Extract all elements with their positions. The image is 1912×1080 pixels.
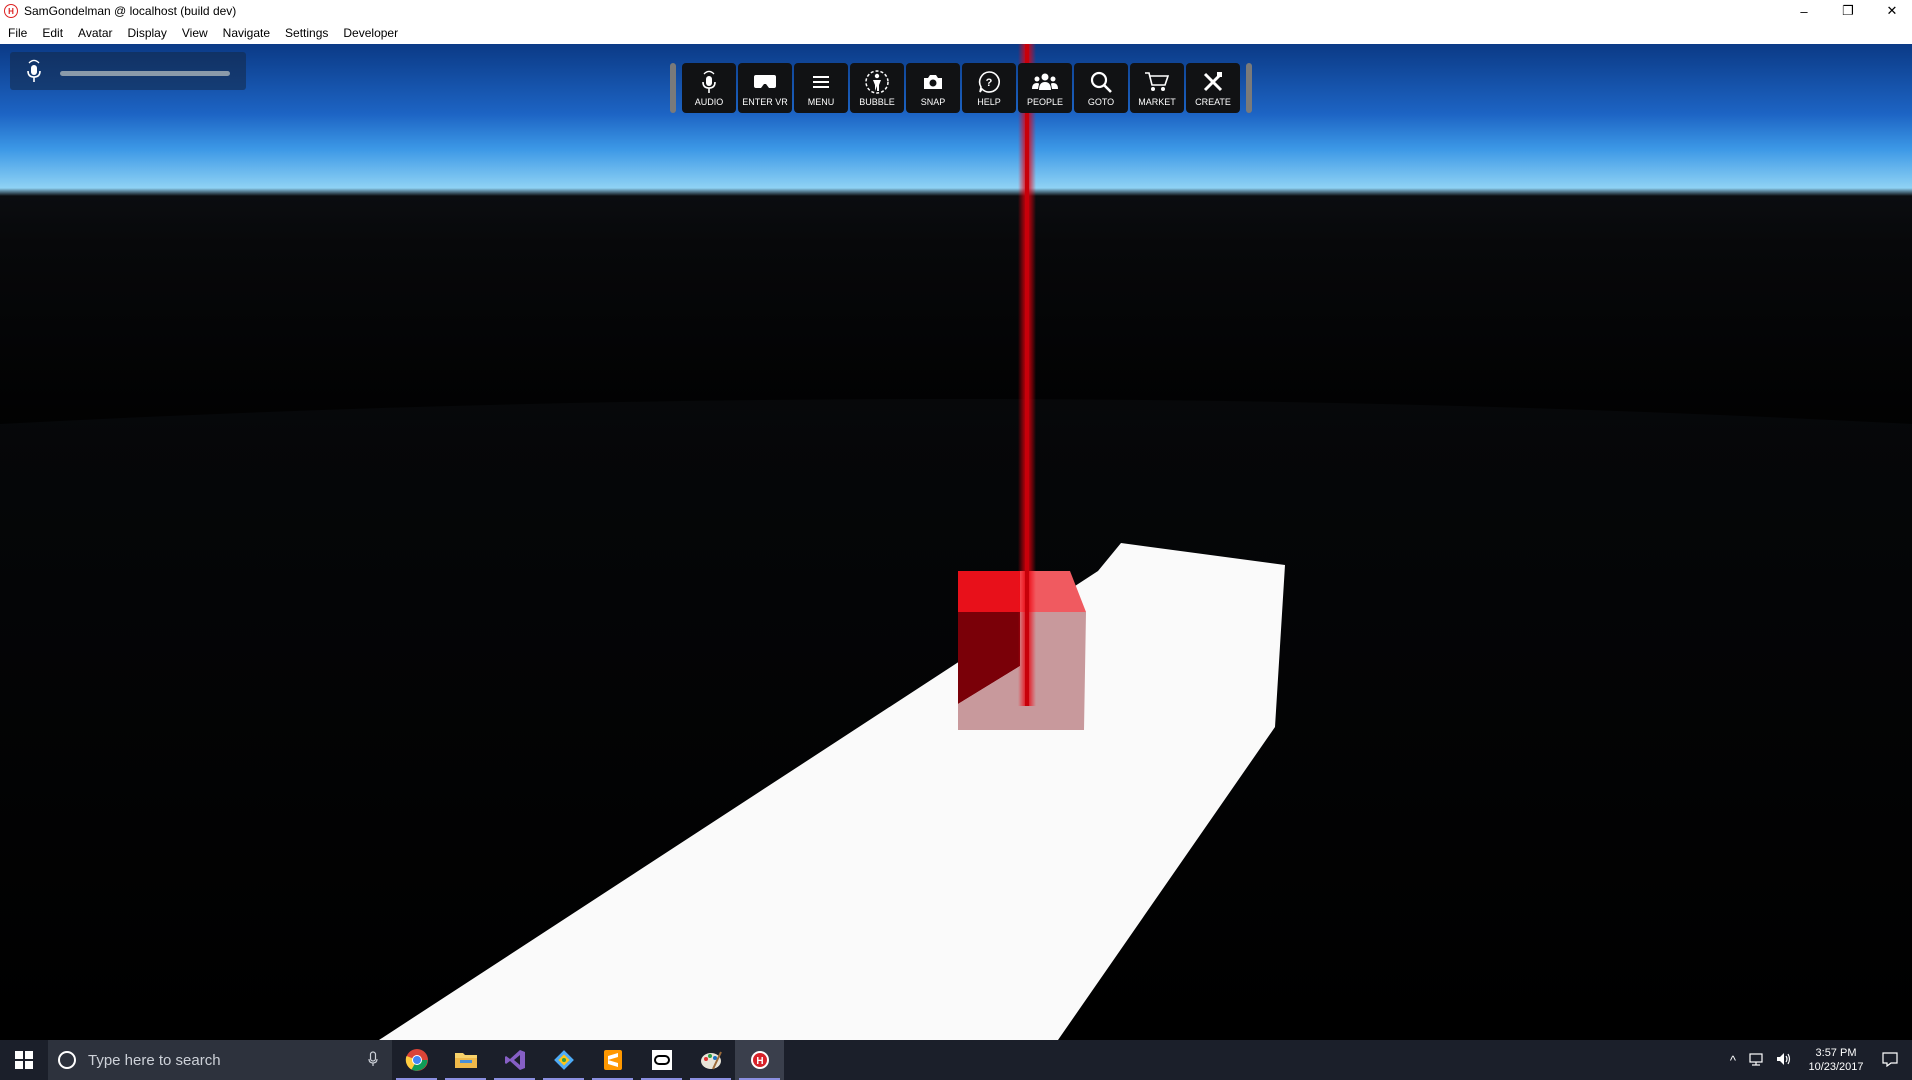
clock-time: 3:57 PM (1815, 1047, 1857, 1059)
menu-developer[interactable]: Developer (343, 26, 398, 40)
bubble-label: BUBBLE (859, 97, 895, 107)
menu-file[interactable]: File (8, 26, 27, 40)
window-title: SamGondelman @ localhost (build dev) (24, 4, 237, 18)
audio-label: AUDIO (694, 97, 724, 107)
menu-display[interactable]: Display (128, 26, 167, 40)
market-label: MARKET (1138, 97, 1176, 107)
cortana-icon (58, 1051, 76, 1069)
git-icon[interactable] (539, 1040, 588, 1080)
create-button[interactable]: CREATE (1186, 63, 1240, 113)
restore-button[interactable]: ❐ (1826, 0, 1870, 22)
minimize-button[interactable]: – (1782, 0, 1826, 22)
visual-studio-icon[interactable] (490, 1040, 539, 1080)
search-mic-icon[interactable] (368, 1050, 378, 1070)
oculus-icon[interactable] (637, 1040, 686, 1080)
menu-navigate[interactable]: Navigate (223, 26, 270, 40)
cube-top-front[interactable] (958, 571, 1020, 612)
title-bar: H SamGondelman @ localhost (build dev) –… (0, 0, 1912, 22)
microphone-icon (24, 58, 44, 90)
tools-icon (1202, 69, 1224, 95)
3d-viewport[interactable]: AUDIO ENTER VR MENU BUBBLE SNAP ? HELP P… (0, 44, 1912, 1040)
chevron-up-icon[interactable]: ^ (1730, 1053, 1736, 1068)
bubble-person-icon (864, 69, 890, 95)
microphone-icon (699, 69, 719, 95)
help-label: HELP (977, 97, 1001, 107)
menu-button[interactable]: MENU (794, 63, 848, 113)
menu-settings[interactable]: Settings (285, 26, 328, 40)
menu-edit[interactable]: Edit (42, 26, 63, 40)
hamburger-menu-icon (812, 69, 830, 95)
clock-date: 10/23/2017 (1808, 1061, 1864, 1073)
enter-vr-label: ENTER VR (742, 97, 788, 107)
market-button[interactable]: MARKET (1130, 63, 1184, 113)
close-button[interactable]: ✕ (1870, 0, 1912, 22)
app-logo-icon: H (4, 4, 18, 18)
cart-icon (1144, 69, 1170, 95)
vr-headset-icon (752, 69, 778, 95)
menu-view[interactable]: View (182, 26, 208, 40)
menu-bar: File Edit Avatar Display View Navigate S… (0, 22, 1912, 44)
bubble-button[interactable]: BUBBLE (850, 63, 904, 113)
goto-button[interactable]: GOTO (1074, 63, 1128, 113)
help-button[interactable]: ? HELP (962, 63, 1016, 113)
network-icon[interactable] (1748, 1052, 1764, 1069)
people-button[interactable]: PEOPLE (1018, 63, 1072, 113)
chrome-icon[interactable] (392, 1040, 441, 1080)
taskbar-search[interactable]: Type here to search (48, 1040, 392, 1080)
svg-text:H: H (756, 1056, 763, 1067)
goto-label: GOTO (1087, 97, 1115, 107)
taskbar: Type here to search H ^ 3:57 PM 10/23/20… (0, 1040, 1912, 1080)
audio-meter[interactable] (10, 52, 246, 90)
svg-text:?: ? (986, 77, 993, 89)
snap-button[interactable]: SNAP (906, 63, 960, 113)
high-fidelity-icon[interactable]: H (735, 1040, 784, 1080)
search-placeholder: Type here to search (88, 1051, 221, 1069)
toolbar: AUDIO ENTER VR MENU BUBBLE SNAP ? HELP P… (670, 62, 1252, 114)
system-tray: ^ 3:57 PM 10/23/2017 (1724, 1040, 1912, 1080)
scene-canvas (0, 44, 1912, 1040)
paint-icon[interactable] (686, 1040, 735, 1080)
menu-label: MENU (807, 97, 835, 107)
clock[interactable]: 3:57 PM 10/23/2017 (1806, 1046, 1866, 1074)
toolbar-left-handle[interactable] (670, 63, 676, 113)
sublime-text-icon[interactable] (588, 1040, 637, 1080)
help-icon: ? (977, 69, 1001, 95)
audio-button[interactable]: AUDIO (682, 63, 736, 113)
snap-label: SNAP (920, 97, 946, 107)
file-explorer-icon[interactable] (441, 1040, 490, 1080)
create-label: CREATE (1195, 97, 1231, 107)
search-icon (1089, 69, 1113, 95)
people-icon (1032, 69, 1058, 95)
volume-icon[interactable] (1776, 1052, 1792, 1069)
audio-level-bar (60, 71, 230, 76)
laser-core (1025, 44, 1029, 706)
action-center-icon[interactable] (1882, 1051, 1898, 1070)
camera-icon (922, 69, 944, 95)
enter-vr-button[interactable]: ENTER VR (738, 63, 792, 113)
windows-logo-icon (15, 1051, 33, 1069)
menu-avatar[interactable]: Avatar (78, 26, 112, 40)
people-label: PEOPLE (1026, 97, 1064, 107)
toolbar-right-handle[interactable] (1246, 63, 1252, 113)
start-button[interactable] (0, 1040, 48, 1080)
